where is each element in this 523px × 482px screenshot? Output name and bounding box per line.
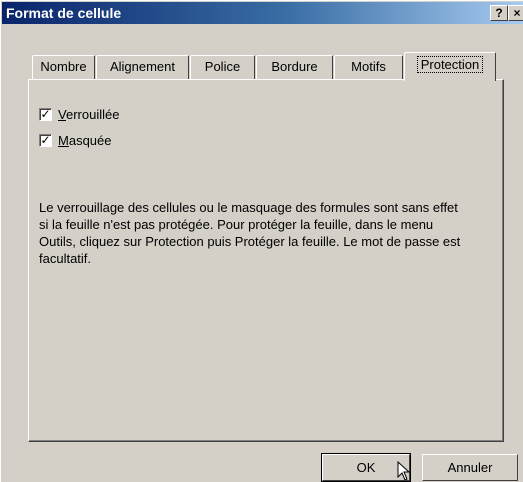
tab-bordure[interactable]: Bordure: [256, 55, 333, 79]
cancel-button[interactable]: Annuler: [422, 454, 518, 481]
locked-checkbox-row[interactable]: ✓ Verrouillée: [39, 106, 119, 122]
close-button[interactable]: ×: [508, 5, 523, 21]
protection-info-text: Le verrouillage des cellules ou le masqu…: [39, 200, 461, 266]
mouse-pointer-icon: [397, 461, 411, 481]
tab-protection[interactable]: Protection: [404, 52, 496, 81]
help-button[interactable]: ?: [490, 5, 508, 21]
tab-alignement[interactable]: Alignement: [96, 55, 189, 79]
window-title: Format de cellule: [6, 5, 122, 21]
hidden-checkbox-row[interactable]: ✓ Masquée: [39, 132, 112, 148]
tab-motifs[interactable]: Motifs: [334, 55, 403, 79]
format-cell-dialog: Format de cellule ? × Nombre Alignement …: [0, 0, 523, 482]
tab-nombre[interactable]: Nombre: [32, 55, 95, 79]
locked-label[interactable]: Verrouillée: [58, 107, 119, 122]
hidden-label[interactable]: Masquée: [58, 133, 112, 148]
check-icon: ✓: [40, 106, 51, 121]
tab-police[interactable]: Police: [190, 55, 255, 79]
title-bar[interactable]: Format de cellule ? ×: [2, 2, 523, 24]
hidden-checkbox[interactable]: ✓: [39, 132, 52, 147]
check-icon: ✓: [40, 132, 51, 147]
locked-checkbox[interactable]: ✓: [39, 106, 52, 121]
